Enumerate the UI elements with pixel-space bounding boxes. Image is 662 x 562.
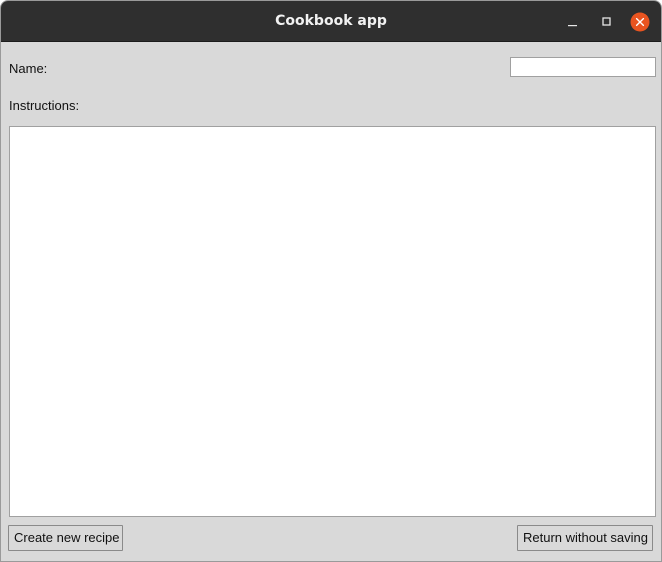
form-area: Name: Instructions: Create new recipe Re… <box>1 42 661 561</box>
instructions-label: Instructions: <box>9 98 80 113</box>
minimize-button[interactable] <box>563 12 583 32</box>
window-title: Cookbook app <box>275 13 387 29</box>
name-label: Name: <box>9 61 48 76</box>
minimize-icon <box>568 25 577 27</box>
app-window: Cookbook app Name: Instructions: Create … <box>0 0 662 562</box>
instructions-textarea[interactable] <box>9 126 656 517</box>
maximize-button[interactable] <box>597 12 617 32</box>
maximize-icon <box>602 17 611 26</box>
close-button[interactable] <box>630 12 650 32</box>
close-icon <box>630 12 650 32</box>
name-input[interactable] <box>510 57 656 77</box>
return-without-saving-button[interactable]: Return without saving <box>517 525 653 551</box>
title-bar[interactable]: Cookbook app <box>1 1 661 42</box>
create-recipe-button[interactable]: Create new recipe <box>8 525 123 551</box>
